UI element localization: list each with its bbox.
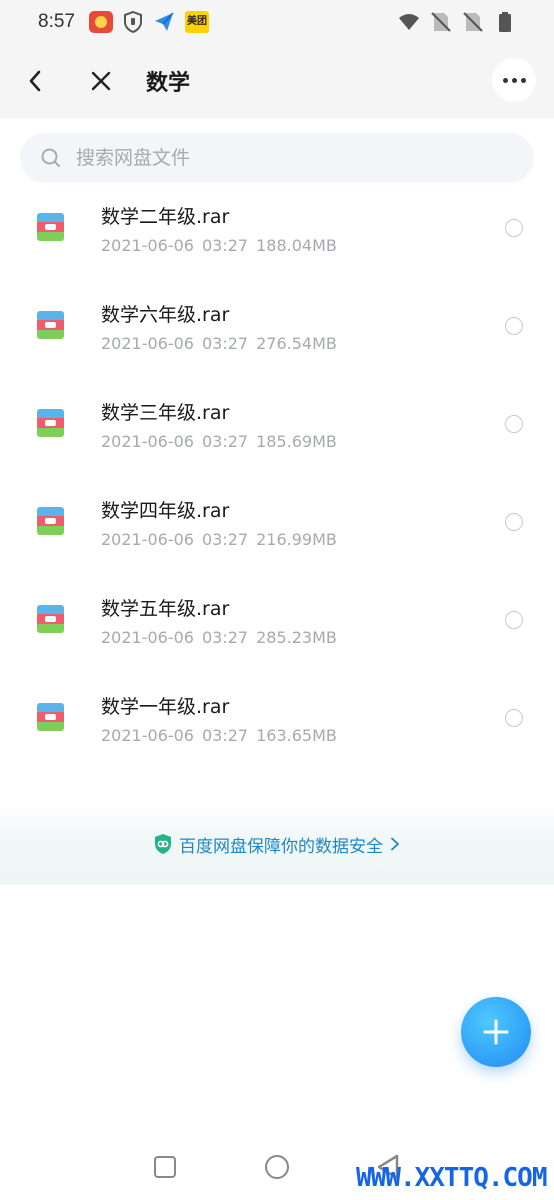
file-row[interactable]: 数学一年级.rar 2021-06-06 03:27 163.65MB [0,676,554,774]
rar-archive-icon [37,213,64,241]
file-meta: 2021-06-06 03:27 216.99MB [101,530,337,549]
security-shield-icon [155,834,171,854]
file-time: 03:27 [201,628,249,647]
file-name: 数学三年级.rar [101,402,230,424]
plus-icon [483,1019,509,1045]
file-date: 2021-06-06 [101,726,194,745]
file-meta: 2021-06-06 03:27 285.23MB [101,628,337,647]
file-meta: 2021-06-06 03:27 188.04MB [101,236,337,255]
chevron-left-icon [29,70,41,92]
header: 数学 [0,44,554,119]
file-name: 数学五年级.rar [101,598,230,620]
more-options-button[interactable] [492,58,536,102]
wifi-icon [398,11,420,33]
select-radio[interactable] [505,219,523,237]
file-meta: 2021-06-06 03:27 276.54MB [101,334,337,353]
file-name: 数学四年级.rar [101,500,230,522]
more-icon-dot [511,77,517,83]
back-button[interactable] [18,64,52,98]
select-radio[interactable] [505,709,523,727]
file-time: 03:27 [201,334,249,353]
recent-apps-button[interactable] [154,1156,176,1178]
more-icon [502,77,508,83]
rar-archive-icon [37,605,64,633]
file-time: 03:27 [201,236,249,255]
status-time: 8:57 [38,11,75,32]
battery-icon [494,11,516,33]
add-button[interactable] [461,997,531,1067]
file-size: 188.04MB [256,236,337,255]
file-row[interactable]: 数学六年级.rar 2021-06-06 03:27 276.54MB [0,284,554,382]
file-meta: 2021-06-06 03:27 185.69MB [101,432,337,451]
select-radio[interactable] [505,415,523,433]
search-icon [41,148,60,167]
rar-archive-icon [37,507,64,535]
watermark: WWW.XXTTQ.COM [356,1163,547,1193]
file-size: 216.99MB [256,530,337,549]
file-size: 285.23MB [256,628,337,647]
close-button[interactable] [84,64,118,98]
file-row[interactable]: 数学二年级.rar 2021-06-06 03:27 188.04MB [0,186,554,284]
file-date: 2021-06-06 [101,628,194,647]
file-name: 数学二年级.rar [101,206,230,228]
file-row[interactable]: 数学五年级.rar 2021-06-06 03:27 285.23MB [0,578,554,676]
file-size: 276.54MB [256,334,337,353]
close-icon [91,71,111,91]
home-button[interactable] [265,1155,289,1179]
file-list: 数学二年级.rar 2021-06-06 03:27 188.04MB 数学六年级.… [0,186,554,774]
file-time: 03:27 [201,726,249,745]
file-name: 数学一年级.rar [101,696,230,718]
shield-icon [123,11,143,33]
select-radio[interactable] [505,317,523,335]
security-text: 百度网盘保障你的数据安全 [179,836,383,857]
file-time: 03:27 [201,530,249,549]
search-box[interactable] [20,133,534,183]
file-name: 数学六年级.rar [101,304,230,326]
no-sim-icon [430,11,452,33]
rar-archive-icon [37,409,64,437]
file-time: 03:27 [201,432,249,451]
rar-archive-icon [37,703,64,731]
meituan-icon: 美团 [184,11,209,33]
file-row[interactable]: 数学三年级.rar 2021-06-06 03:27 185.69MB [0,382,554,480]
security-banner[interactable]: 百度网盘保障你的数据安全 [0,803,554,885]
select-radio[interactable] [505,513,523,531]
chevron-right-icon [391,837,399,851]
page-title: 数学 [146,71,191,96]
rar-archive-icon [37,311,64,339]
send-icon [153,11,175,33]
file-date: 2021-06-06 [101,334,194,353]
more-icon-dot [520,77,526,83]
file-date: 2021-06-06 [101,432,194,451]
file-size: 163.65MB [256,726,337,745]
search-input[interactable] [76,147,476,169]
no-sim-icon [462,11,484,33]
status-bar: 8:57 美团 [0,0,554,44]
select-radio[interactable] [505,611,523,629]
file-date: 2021-06-06 [101,530,194,549]
file-size: 185.69MB [256,432,337,451]
file-meta: 2021-06-06 03:27 163.65MB [101,726,337,745]
file-row[interactable]: 数学四年级.rar 2021-06-06 03:27 216.99MB [0,480,554,578]
file-date: 2021-06-06 [101,236,194,255]
app-badge-icon [88,11,113,33]
